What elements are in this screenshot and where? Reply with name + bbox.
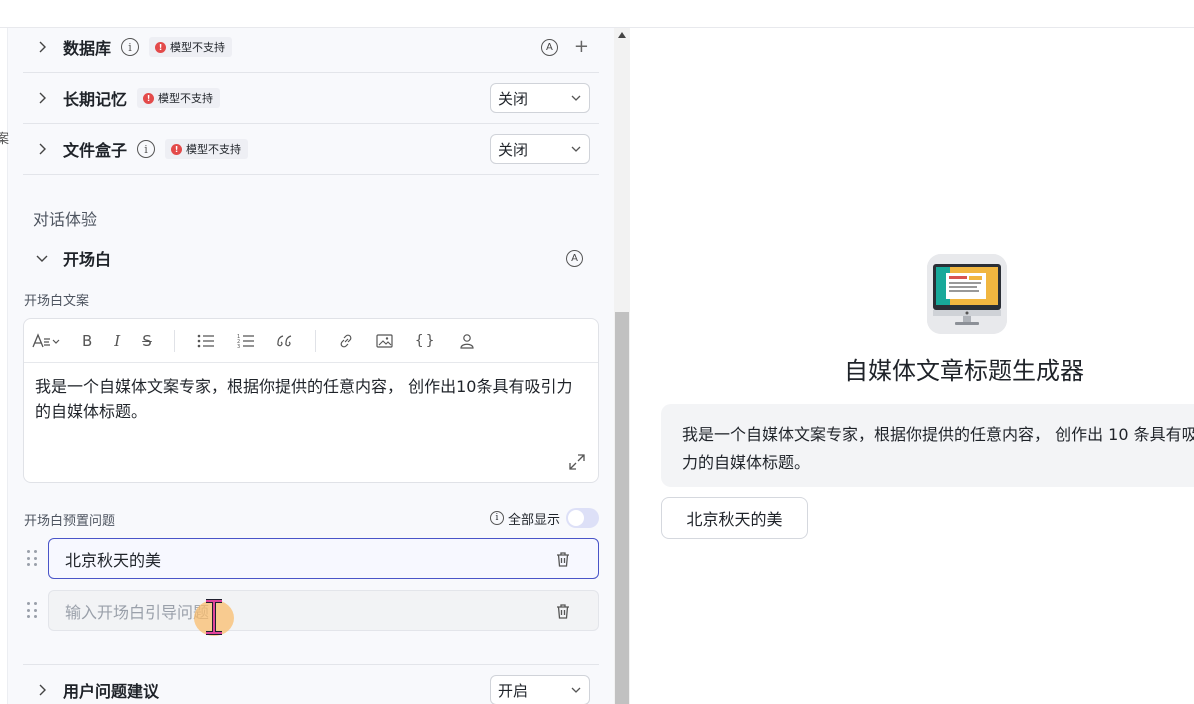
app-avatar-icon <box>927 254 1007 334</box>
chevron-right-icon[interactable] <box>35 142 49 156</box>
link-icon[interactable] <box>338 329 354 353</box>
scroll-up-icon[interactable] <box>618 32 626 38</box>
user-variable-icon[interactable] <box>459 329 475 353</box>
add-icon[interactable]: + <box>574 38 589 56</box>
database-title: 数据库 <box>63 39 112 58</box>
trash-icon[interactable] <box>555 551 571 567</box>
long-term-memory-title: 长期记忆 <box>63 90 128 109</box>
quote-icon[interactable] <box>277 329 293 353</box>
italic-icon[interactable]: I <box>114 329 120 353</box>
editor-toolbar: B I S 123 {} <box>24 319 598 363</box>
badge-label: 模型不支持 <box>186 143 242 156</box>
memory-select[interactable]: 关闭 <box>490 83 590 113</box>
info-icon[interactable]: i <box>489 511 504 525</box>
drag-handle-icon[interactable] <box>27 602 39 620</box>
suggestion-select-value: 开启 <box>498 681 529 700</box>
file-box-row[interactable]: 文件盒子 i ! 模型不支持 关闭 <box>23 124 599 175</box>
chevron-down-icon <box>571 146 581 152</box>
opening-title: 开场白 <box>63 250 112 269</box>
unsupported-badge: ! 模型不支持 <box>137 88 221 108</box>
greeting-message: 我是一个自媒体文案专家，根据你提供的任意内容， 创作出 10 条具有吸引力的自媒… <box>661 404 1194 487</box>
info-icon[interactable]: i <box>121 38 140 56</box>
left-edge-text: 案 <box>0 132 10 147</box>
auto-mode-icon[interactable]: A <box>566 249 583 267</box>
memory-select-value: 关闭 <box>498 89 529 108</box>
info-icon[interactable]: i <box>137 140 156 158</box>
new-question-input[interactable]: 输入开场白引导问题 <box>48 590 599 631</box>
new-question-placeholder: 输入开场白引导问题 <box>65 602 210 622</box>
file-box-select[interactable]: 关闭 <box>490 134 590 164</box>
toolbar-divider <box>173 329 175 352</box>
chevron-down-icon <box>571 687 581 693</box>
preset-question-input[interactable]: 北京秋天的美 <box>48 538 599 579</box>
opening-section-header[interactable]: 开场白 A <box>23 242 599 274</box>
badge-label: 模型不支持 <box>158 92 214 105</box>
show-all-label: 全部显示 <box>507 512 560 528</box>
alert-icon: ! <box>155 41 167 53</box>
user-question-suggestion-row[interactable]: 用户问题建议 开启 <box>23 664 599 704</box>
toggle-knob <box>568 510 584 526</box>
svg-text:3: 3 <box>237 344 240 349</box>
expand-icon[interactable] <box>569 454 585 470</box>
preset-questions-label: 开场白预置问题 <box>24 514 116 529</box>
drag-handle-icon[interactable] <box>27 550 39 568</box>
image-icon[interactable] <box>376 329 393 353</box>
scrollbar-thumb[interactable] <box>615 312 629 704</box>
alert-icon: ! <box>143 92 155 104</box>
app-title: 自媒体文章标题生成器 <box>844 357 1084 385</box>
unsupported-badge: ! 模型不支持 <box>165 139 249 159</box>
chevron-right-icon[interactable] <box>35 683 49 697</box>
chevron-right-icon[interactable] <box>35 91 49 105</box>
file-box-select-value: 关闭 <box>498 140 529 159</box>
left-edge: 案 <box>0 28 10 704</box>
alert-icon: ! <box>171 143 183 155</box>
user-question-suggestion-title: 用户问题建议 <box>63 682 160 701</box>
top-bar <box>0 0 1194 28</box>
preset-question-value: 北京秋天的美 <box>65 550 162 570</box>
suggested-question-chip[interactable]: 北京秋天的美 <box>661 497 808 539</box>
chevron-right-icon[interactable] <box>35 40 49 54</box>
show-all-control: i 全部显示 <box>489 508 599 528</box>
preview-panel: 自媒体文章标题生成器 我是一个自媒体文案专家，根据你提供的任意内容， 创作出 1… <box>631 28 1194 704</box>
suggestion-select[interactable]: 开启 <box>490 675 590 704</box>
code-block-icon[interactable]: {} <box>415 329 437 353</box>
auto-mode-icon[interactable]: A <box>540 38 558 56</box>
database-row[interactable]: 数据库 i ! 模型不支持 A + <box>23 28 599 73</box>
section-label-chat-experience: 对话体验 <box>33 210 98 229</box>
unsupported-badge: ! 模型不支持 <box>149 37 233 57</box>
bold-icon[interactable]: B <box>82 329 92 353</box>
toolbar-divider <box>314 329 316 352</box>
long-term-memory-row[interactable]: 长期记忆 ! 模型不支持 关闭 <box>23 73 599 124</box>
config-panel: 案 数据库 i ! 模型不支持 A + 长期记忆 ! 模型不支持 关闭 文件盒子… <box>0 28 630 704</box>
chevron-down-icon[interactable] <box>35 251 49 265</box>
strikethrough-icon[interactable]: S <box>142 329 152 353</box>
opening-text-label: 开场白文案 <box>24 294 90 309</box>
opening-text-editor[interactable]: B I S 123 {} 我是一个自媒体文案专家，根据你提供的任意内容， 创作出… <box>23 318 599 483</box>
chevron-down-icon <box>571 95 581 101</box>
bullet-list-icon[interactable] <box>197 329 215 353</box>
opening-text-content[interactable]: 我是一个自媒体文案专家，根据你提供的任意内容， 创作出10条具有吸引力的自媒体标… <box>24 363 598 424</box>
trash-icon[interactable] <box>555 603 571 619</box>
badge-label: 模型不支持 <box>170 41 226 54</box>
show-all-toggle[interactable] <box>566 508 599 528</box>
text-style-icon[interactable] <box>32 329 62 353</box>
scrollbar[interactable] <box>614 28 630 704</box>
file-box-title: 文件盒子 <box>63 141 128 160</box>
numbered-list-icon[interactable]: 123 <box>237 329 255 353</box>
text-cursor-icon <box>206 599 222 635</box>
